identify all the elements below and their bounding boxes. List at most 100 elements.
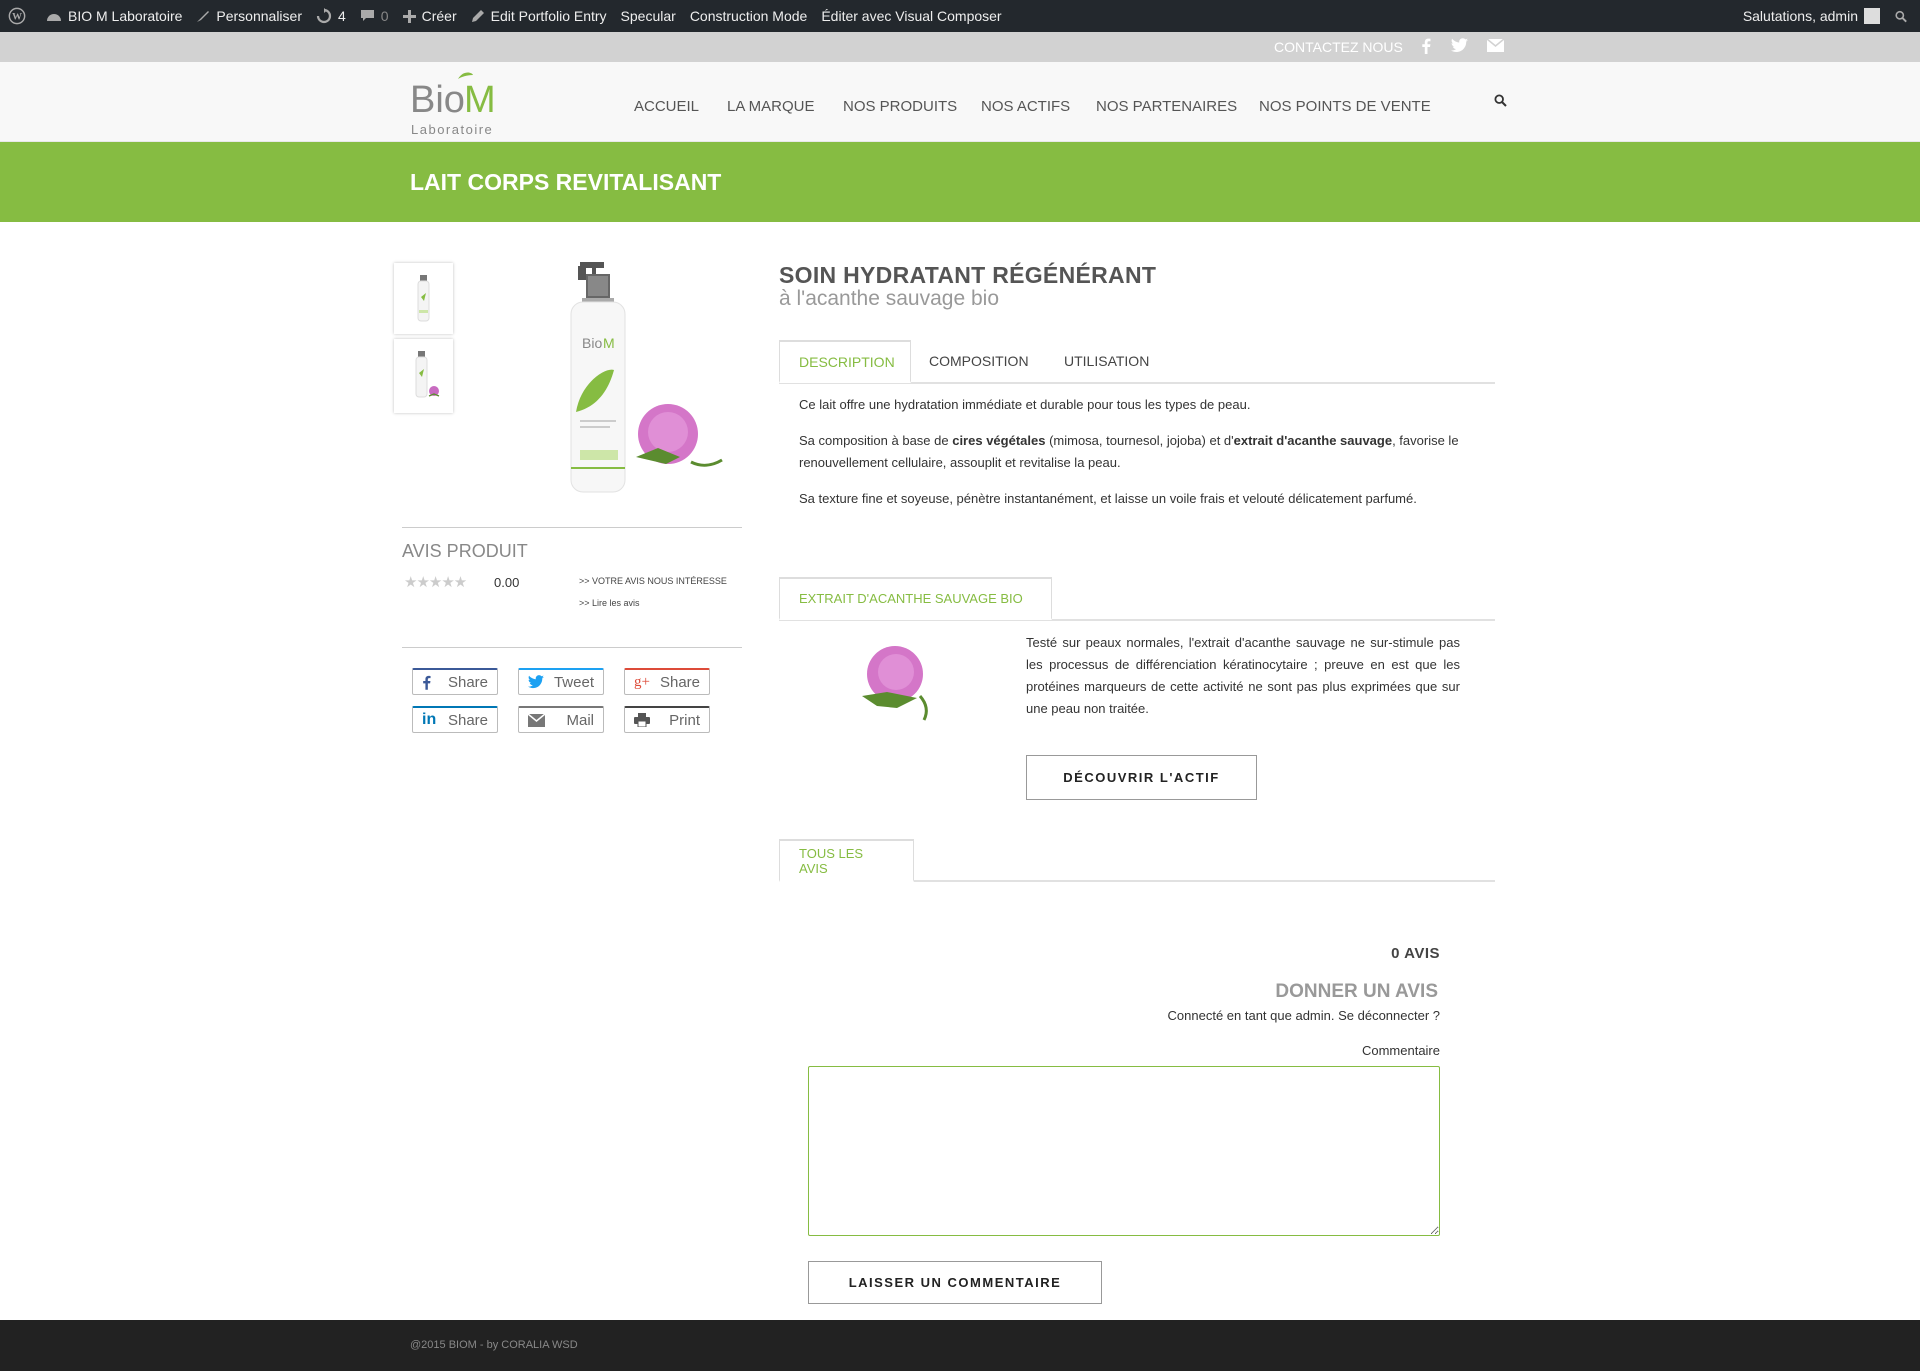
- visual-composer-label: Éditer avec Visual Composer: [821, 8, 1002, 24]
- edit-entry-link[interactable]: Edit Portfolio Entry: [464, 0, 614, 32]
- tab-tous-les-avis[interactable]: TOUS LES AVIS: [779, 839, 914, 882]
- tab-composition[interactable]: COMPOSITION: [929, 353, 1029, 369]
- reviews-count: 0 AVIS: [1391, 945, 1440, 962]
- desc-bold-cires: cires végétales: [952, 433, 1046, 448]
- facebook-share-button[interactable]: Share: [412, 668, 498, 695]
- product-main-image[interactable]: Bio M: [486, 262, 726, 502]
- account-menu[interactable]: Salutations, admin: [1736, 0, 1888, 32]
- tab-description-label: DESCRIPTION: [799, 353, 895, 370]
- facebook-icon: [423, 675, 431, 690]
- admin-bar: W BIO M Laboratoire Personnaliser 4 0 Cr…: [0, 0, 1920, 32]
- nav-nos-points-de-vente[interactable]: NOS POINTS DE VENTE: [1259, 98, 1431, 115]
- search-icon[interactable]: [1494, 94, 1507, 112]
- thistle-flower: [636, 404, 723, 467]
- footer-copyright: @2015 BIOM - by CORALIA WSD: [410, 1339, 578, 1351]
- svg-text:Bio: Bio: [410, 79, 465, 121]
- page-title-bar: LAIT CORPS REVITALISANT: [0, 142, 1920, 222]
- avatar: [1864, 8, 1880, 24]
- votre-avis-link[interactable]: >> VOTRE AVIS NOUS INTÉRESSE: [579, 576, 727, 586]
- wordpress-logo-icon[interactable]: W: [0, 0, 39, 32]
- rating-value: 0.00: [494, 575, 520, 590]
- twitter-share-button[interactable]: Tweet: [518, 668, 604, 695]
- lire-avis-link[interactable]: >> Lire les avis: [579, 598, 640, 608]
- mail-share-button[interactable]: Mail: [518, 706, 604, 733]
- facebook-icon[interactable]: [1421, 38, 1431, 57]
- comment-textarea[interactable]: [808, 1066, 1440, 1236]
- desc-bold-extrait: extrait d'acanthe sauvage: [1233, 433, 1393, 448]
- svg-text:Bio: Bio: [582, 335, 602, 351]
- nav-nos-partenaires[interactable]: NOS PARTENAIRES: [1096, 98, 1237, 115]
- specular-link[interactable]: Specular: [614, 0, 683, 32]
- create-menu[interactable]: Créer: [396, 0, 464, 32]
- mail-icon[interactable]: [1486, 38, 1505, 56]
- print-label: Print: [669, 711, 700, 729]
- site-logo[interactable]: Bio M Laboratoire: [410, 68, 506, 138]
- svg-text:M: M: [603, 335, 615, 351]
- twitter-icon: [528, 675, 544, 689]
- description-paragraph-1: Ce lait offre une hydratation immédiate …: [799, 397, 1251, 412]
- divider: [402, 527, 742, 528]
- nav-la-marque[interactable]: LA MARQUE: [727, 98, 815, 115]
- tab-description[interactable]: DESCRIPTION: [779, 340, 911, 383]
- comments-link[interactable]: 0: [353, 0, 396, 32]
- donner-un-avis-heading: DONNER UN AVIS: [1275, 981, 1438, 1002]
- googleplus-share-button[interactable]: g+ Share: [624, 668, 710, 695]
- updates-count: 4: [338, 8, 346, 24]
- updates-link[interactable]: 4: [309, 0, 353, 32]
- plus-icon: [402, 9, 416, 23]
- contact-link[interactable]: CONTACTEZ NOUS: [1274, 39, 1403, 55]
- submit-comment-button[interactable]: LAISSER UN COMMENTAIRE: [808, 1261, 1102, 1304]
- refresh-icon: [316, 8, 332, 24]
- twitter-share-label: Tweet: [553, 673, 594, 691]
- page-title: LAIT CORPS REVITALISANT: [410, 169, 722, 195]
- tab-extrait-acanthe[interactable]: EXTRAIT D'ACANTHE SAUVAGE BIO: [779, 577, 1052, 620]
- construction-mode-link[interactable]: Construction Mode: [683, 0, 815, 32]
- tab-tous-les-avis-label: TOUS LES AVIS: [799, 845, 864, 876]
- customize-label: Personnaliser: [216, 8, 302, 24]
- linkedin-share-button[interactable]: in Share: [412, 706, 498, 733]
- nav-nos-actifs[interactable]: NOS ACTIFS: [981, 98, 1070, 115]
- nav-nos-produits[interactable]: NOS PRODUITS: [843, 98, 957, 115]
- svg-text:W: W: [12, 12, 22, 23]
- desc-text: Sa composition à base de: [799, 433, 953, 448]
- svg-text:Laboratoire: Laboratoire: [411, 122, 493, 137]
- admin-search-icon[interactable]: [1888, 0, 1920, 32]
- site-name-label: BIO M Laboratoire: [68, 8, 183, 24]
- comments-count: 0: [380, 8, 389, 24]
- comment-label: Commentaire: [1361, 1043, 1440, 1058]
- product-thumbnail-1[interactable]: [394, 263, 453, 334]
- print-button[interactable]: Print: [624, 706, 710, 733]
- product-thumbnail-2[interactable]: [394, 339, 453, 413]
- top-contact-bar: CONTACTEZ NOUS: [0, 32, 1920, 62]
- pencil-icon: [471, 10, 484, 22]
- nav-accueil[interactable]: ACCUEIL: [634, 98, 699, 115]
- mail-icon: [528, 713, 545, 727]
- site-header: Bio M Laboratoire ACCUEIL LA MARQUE NOS …: [0, 62, 1920, 142]
- comment-icon: [360, 10, 374, 21]
- googleplus-icon: g+: [634, 673, 650, 690]
- customize-link[interactable]: Personnaliser: [189, 0, 309, 32]
- svg-text:M: M: [464, 79, 496, 121]
- product-subheading: à l'acanthe sauvage bio: [779, 287, 1000, 310]
- dashboard-icon: [47, 14, 61, 21]
- visual-composer-link[interactable]: Éditer avec Visual Composer: [814, 0, 1008, 32]
- decouvrir-actif-button[interactable]: DÉCOUVRIR L'ACTIF: [1026, 755, 1257, 800]
- rating-stars[interactable]: ★★★★★: [404, 573, 467, 591]
- edit-entry-label: Edit Portfolio Entry: [490, 8, 607, 24]
- extrait-text: Testé sur peaux normales, l'extrait d'ac…: [1026, 635, 1460, 716]
- divider: [402, 647, 742, 648]
- product-heading: SOIN HYDRATANT RÉGÉNÉRANT: [779, 262, 1157, 288]
- linkedin-share-label: Share: [447, 711, 488, 729]
- desc-text: (mimosa, tournesol, jojoba) et d': [1045, 433, 1234, 448]
- print-icon: [634, 713, 650, 727]
- logged-in-text[interactable]: Connecté en tant que admin. Se déconnect…: [1168, 1008, 1440, 1023]
- greeting-label: Salutations, admin: [1742, 8, 1858, 24]
- twitter-icon[interactable]: [1451, 38, 1468, 56]
- create-label: Créer: [421, 8, 457, 24]
- googleplus-share-label: Share: [659, 673, 700, 691]
- tab-utilisation[interactable]: UTILISATION: [1064, 353, 1149, 369]
- submit-comment-label: LAISSER UN COMMENTAIRE: [848, 1275, 1062, 1290]
- specular-label: Specular: [620, 8, 676, 24]
- decouvrir-actif-label: DÉCOUVRIR L'ACTIF: [1063, 770, 1220, 785]
- site-name-link[interactable]: BIO M Laboratoire: [39, 0, 189, 32]
